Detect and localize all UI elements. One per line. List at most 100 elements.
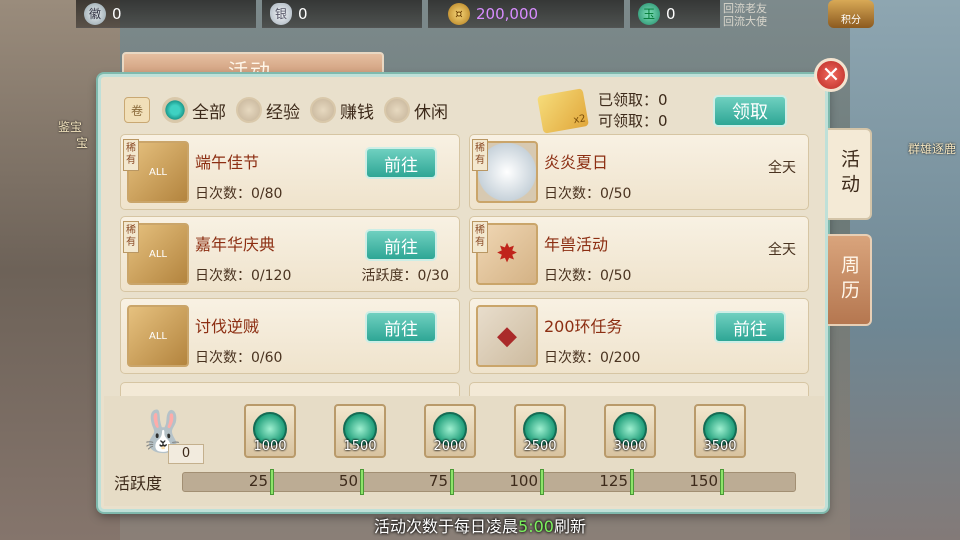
radio-icon xyxy=(236,97,262,123)
reward-chest[interactable]: 3500 xyxy=(694,404,746,458)
refresh-time: 5:00 xyxy=(518,517,554,536)
milestone-label: 150 xyxy=(689,472,718,490)
milestone-label: 100 xyxy=(509,472,538,490)
coin-value: 200,000 xyxy=(476,4,539,23)
filter-leisure[interactable]: 休闲 xyxy=(384,97,448,123)
bg-label: 群雄逐鹿 xyxy=(908,142,957,156)
filter-money[interactable]: 赚钱 xyxy=(310,97,374,123)
claimable-count: 可领取：0 xyxy=(598,112,668,130)
reward-chest[interactable]: 3000 xyxy=(604,404,656,458)
recall-line1: 回流老友 xyxy=(723,2,767,15)
milestone-label: 25 xyxy=(248,472,268,490)
milestone-label: 125 xyxy=(599,472,628,490)
activity-card-partial[interactable] xyxy=(469,382,809,396)
reward-chest[interactable]: 2500 xyxy=(514,404,566,458)
ticket-badge: x2 xyxy=(572,113,587,127)
milestone-label: 75 xyxy=(428,472,448,490)
reward-amount: 2500 xyxy=(523,439,557,454)
activity-time: 全天 xyxy=(768,242,796,258)
milestone-marker xyxy=(540,469,544,495)
double-ticket-icon: x2 xyxy=(537,88,589,134)
go-button[interactable]: 前往 xyxy=(714,311,786,343)
recall-line2: 回流大使 xyxy=(723,15,767,28)
activity-count: 日次数：0/50 xyxy=(544,268,632,284)
close-button[interactable]: ✕ xyxy=(814,58,848,92)
claimed-count: 已领取：0 xyxy=(598,91,668,109)
activity-count: 日次数：0/200 xyxy=(544,350,641,366)
reward-amount: 3500 xyxy=(703,439,737,454)
filter-label: 赚钱 xyxy=(340,102,374,123)
bg-label: 宝 xyxy=(76,136,89,150)
jade-icon: 玉 xyxy=(638,2,660,25)
reward-amount: 3000 xyxy=(613,439,647,454)
filter-all[interactable]: 全部 xyxy=(162,97,226,123)
filter-label: 全部 xyxy=(192,102,226,123)
radio-icon xyxy=(310,97,336,123)
reward-amount: 2000 xyxy=(433,439,467,454)
milestone-marker xyxy=(630,469,634,495)
badge-value: 0 xyxy=(112,4,122,23)
jade-resource[interactable]: 玉 0 xyxy=(630,0,720,28)
refresh-note-suffix: 刷新 xyxy=(553,517,586,536)
badge-resource[interactable]: 徽 0 xyxy=(76,0,256,28)
reward-chest[interactable]: 1500 xyxy=(334,404,386,458)
activity-card[interactable]: 稀有 炎炎夏日 日次数：0/50 全天 xyxy=(469,134,809,210)
go-button[interactable]: 前往 xyxy=(365,229,437,261)
activity-points-label: 活跃度 xyxy=(114,474,163,493)
activity-count: 日次数：0/80 xyxy=(195,186,283,202)
activity-card[interactable]: ALL 稀有 嘉年华庆典 日次数：0/120 活跃度：0/30 前往 xyxy=(120,216,460,292)
filter-label: 休闲 xyxy=(414,102,448,123)
activity-card-partial[interactable] xyxy=(120,382,460,396)
milestone-marker xyxy=(720,469,724,495)
filter-exp[interactable]: 经验 xyxy=(236,97,300,123)
activity-count: 日次数：0/120 xyxy=(195,268,292,284)
reward-chest[interactable]: 2000 xyxy=(424,404,476,458)
filter-label: 经验 xyxy=(266,102,300,123)
scroll-icon: 卷 xyxy=(124,97,150,123)
activity-count: 日次数：0/60 xyxy=(195,350,283,366)
points-label: 积分 xyxy=(841,15,861,26)
silver-ingot-icon: ◆ xyxy=(476,305,538,367)
milestone-marker xyxy=(360,469,364,495)
silver-resource[interactable]: 银 0 xyxy=(262,0,422,28)
claim-button[interactable]: 领取 xyxy=(713,95,787,127)
gift-bag-icon: ALL xyxy=(127,305,189,367)
reward-chest[interactable]: 1000 xyxy=(244,404,296,458)
go-button[interactable]: 前往 xyxy=(365,311,437,343)
rare-tag: 稀有 xyxy=(123,221,139,253)
badge-icon: 徽 xyxy=(84,2,106,25)
tab-label: 周历 xyxy=(838,255,860,305)
activity-name: 年兽活动 xyxy=(544,235,609,254)
points-button[interactable]: 积分 xyxy=(828,0,874,28)
reward-amount: 1000 xyxy=(253,439,287,454)
activity-card[interactable]: ◆ 200环任务 日次数：0/200 前往 xyxy=(469,298,809,374)
tab-calendar[interactable]: 周历 xyxy=(828,234,872,326)
rare-tag: 稀有 xyxy=(123,139,139,171)
activity-card[interactable]: ALL 讨伐逆贼 日次数：0/60 前往 xyxy=(120,298,460,374)
activity-card[interactable]: ALL 稀有 端午佳节 日次数：0/80 前往 xyxy=(120,134,460,210)
coin-resource[interactable]: ¤ 200,000 xyxy=(428,0,624,28)
radio-selected-icon xyxy=(162,97,188,123)
filter-row: 卷 全部 经验 赚钱 休闲 xyxy=(124,96,458,124)
coin-icon: ¤ xyxy=(448,2,470,25)
activity-name: 200环任务 xyxy=(544,317,623,336)
activity-count: 日次数：0/50 xyxy=(544,186,632,202)
go-button[interactable]: 前往 xyxy=(365,147,437,179)
milestone-marker xyxy=(270,469,274,495)
refresh-note: 活动次数于每日凌晨5:00刷新 xyxy=(0,513,960,537)
jade-value: 0 xyxy=(666,4,676,23)
claim-button-label: 领取 xyxy=(732,102,768,123)
bg-label: 鉴宝 xyxy=(58,120,83,134)
milestone-label: 50 xyxy=(338,472,358,490)
recall-button[interactable]: 回流老友 回流大使 xyxy=(723,2,767,28)
silver-value: 0 xyxy=(298,4,308,23)
tab-activity[interactable]: 活动 xyxy=(828,128,872,220)
resource-bar: 徽 0 银 0 ¤ 200,000 玉 0 回流老友 回流大使 积分 xyxy=(0,0,960,30)
activity-name: 端午佳节 xyxy=(195,153,260,172)
milestone-marker xyxy=(450,469,454,495)
activity-time: 全天 xyxy=(768,160,796,176)
tab-label: 活动 xyxy=(838,149,860,199)
silver-ingot-icon: 银 xyxy=(270,2,292,25)
rare-tag: 稀有 xyxy=(472,221,488,253)
activity-card[interactable]: ✸ 稀有 年兽活动 日次数：0/50 全天 xyxy=(469,216,809,292)
